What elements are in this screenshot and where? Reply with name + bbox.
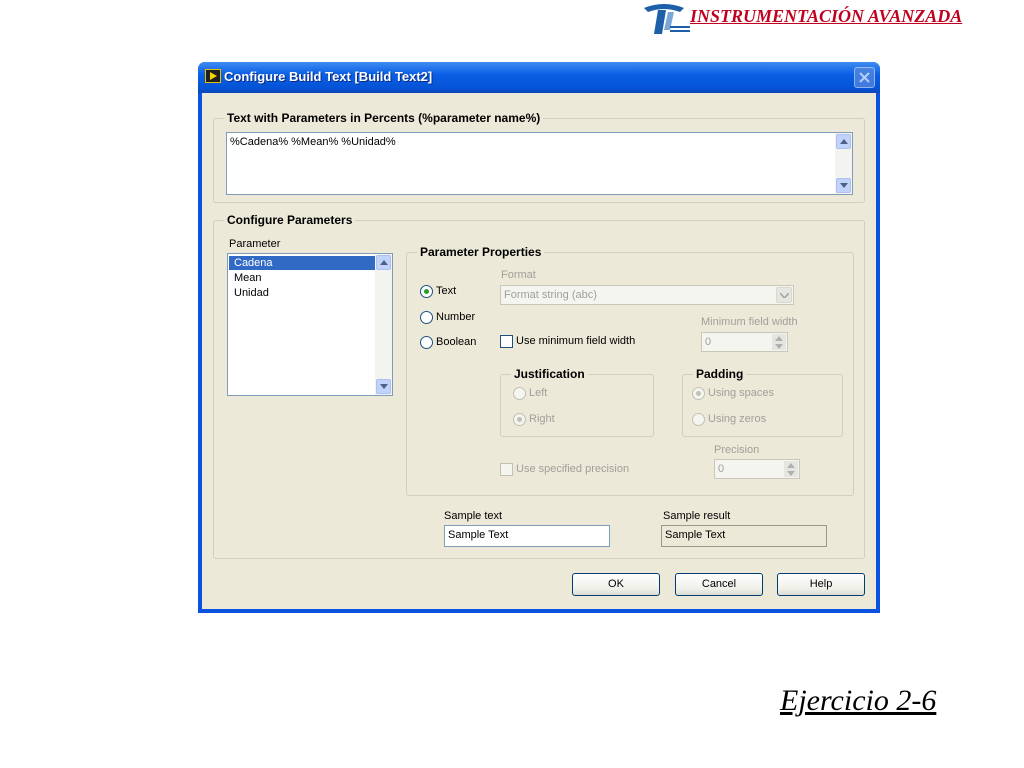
ok-button[interactable]: OK <box>572 573 660 596</box>
labview-vi-icon <box>205 69 221 83</box>
list-scroll-up-button[interactable] <box>376 255 391 270</box>
min-field-width-value: 0 <box>705 336 712 348</box>
precision-spinner[interactable] <box>784 461 798 477</box>
parameters-text-value: %Cadena% %Mean% %Unidad% <box>230 136 396 148</box>
dialog-client-area: Text with Parameters in Percents (%param… <box>202 93 876 609</box>
format-dropdown-button[interactable] <box>776 287 792 303</box>
arrow-down-icon <box>840 183 848 188</box>
cancel-button[interactable]: Cancel <box>675 573 763 596</box>
type-radio-text[interactable] <box>420 285 433 298</box>
spin-up-icon <box>775 336 783 341</box>
justification-radio-left[interactable] <box>513 387 526 400</box>
format-select[interactable]: Format string (abc) <box>500 285 794 305</box>
padding-radio-zeros[interactable] <box>692 413 705 426</box>
format-label: Format <box>501 269 536 281</box>
padding-title: Padding <box>693 367 747 381</box>
scroll-down-button[interactable] <box>836 178 851 193</box>
parameter-list-label: Parameter <box>229 238 281 250</box>
text-with-parameters-group: Text with Parameters in Percents (%param… <box>213 111 865 203</box>
use-specified-precision-checkbox[interactable] <box>500 463 513 476</box>
padding-radio-spaces[interactable] <box>692 387 705 400</box>
use-min-field-width-label: Use minimum field width <box>516 335 636 347</box>
precision-input[interactable]: 0 <box>714 459 800 479</box>
scroll-up-button[interactable] <box>836 134 851 149</box>
justification-group: Justification Left Right <box>500 367 654 437</box>
brand-title: INSTRUMENTACIÓN AVANZADA <box>690 6 963 26</box>
exercise-label: Ejercicio 2-6 <box>780 684 937 717</box>
type-radio-number[interactable] <box>420 311 433 324</box>
padding-group: Padding Using spaces Using zeros <box>682 367 843 437</box>
parameter-list[interactable]: Cadena Mean Unidad <box>227 253 393 396</box>
sample-result-label: Sample result <box>663 510 731 522</box>
configure-parameters-group: Configure Parameters Parameter Cadena Me… <box>213 213 865 559</box>
text-with-parameters-title: Text with Parameters in Percents (%param… <box>224 111 544 125</box>
parameter-item-unidad[interactable]: Unidad <box>229 286 378 300</box>
parameters-text-area[interactable]: %Cadena% %Mean% %Unidad% <box>226 132 853 195</box>
arrow-up-icon <box>380 260 388 265</box>
text-area-scrollbar[interactable] <box>835 133 852 194</box>
arrow-down-icon <box>380 384 388 389</box>
list-scroll-down-button[interactable] <box>376 379 391 394</box>
type-option-boolean-label: Boolean <box>436 336 477 348</box>
title-bar[interactable]: Configure Build Text [Build Text2] <box>198 62 880 93</box>
parameter-properties-group: Parameter Properties Text Number Boolean… <box>406 245 854 496</box>
parameter-list-scrollbar[interactable] <box>375 254 392 395</box>
justification-left-label: Left <box>529 387 548 399</box>
close-button[interactable] <box>854 67 875 88</box>
sample-text-input[interactable]: Sample Text <box>444 525 610 547</box>
chevron-down-icon <box>780 293 789 298</box>
sample-text-value: Sample Text <box>448 529 509 541</box>
sample-result-display: Sample Text <box>661 525 827 547</box>
min-field-width-input[interactable]: 0 <box>701 332 788 352</box>
window-title: Configure Build Text [Build Text2] <box>224 69 433 84</box>
use-min-field-width-checkbox[interactable] <box>500 335 513 348</box>
help-button[interactable]: Help <box>777 573 865 596</box>
sample-result-value: Sample Text <box>665 529 726 541</box>
sample-text-label: Sample text <box>444 510 503 522</box>
type-option-number-label: Number <box>436 311 476 323</box>
spin-down-icon <box>787 471 795 476</box>
padding-zeros-label: Using zeros <box>708 413 767 425</box>
justification-title: Justification <box>511 367 588 381</box>
parameter-item-mean[interactable]: Mean <box>229 271 378 285</box>
parameter-properties-title: Parameter Properties <box>417 245 545 259</box>
use-specified-precision-label: Use specified precision <box>516 463 630 475</box>
configure-build-text-dialog: Configure Build Text [Build Text2] Text … <box>198 62 880 613</box>
close-icon <box>859 72 870 83</box>
padding-spaces-label: Using spaces <box>708 387 775 399</box>
configure-parameters-title: Configure Parameters <box>224 213 356 227</box>
justification-radio-right[interactable] <box>513 413 526 426</box>
format-select-value: Format string (abc) <box>504 289 597 301</box>
type-option-text-label: Text <box>436 285 457 297</box>
faculty-logo-icon <box>644 4 690 34</box>
spin-up-icon <box>787 463 795 468</box>
min-field-width-label: Minimum field width <box>701 316 798 328</box>
parameter-item-cadena[interactable]: Cadena <box>229 256 378 270</box>
precision-value: 0 <box>718 463 725 475</box>
spin-down-icon <box>775 344 783 349</box>
precision-label: Precision <box>714 444 760 456</box>
type-radio-boolean[interactable] <box>420 336 433 349</box>
justification-right-label: Right <box>529 413 555 425</box>
min-field-width-spinner[interactable] <box>772 334 786 350</box>
arrow-up-icon <box>840 139 848 144</box>
